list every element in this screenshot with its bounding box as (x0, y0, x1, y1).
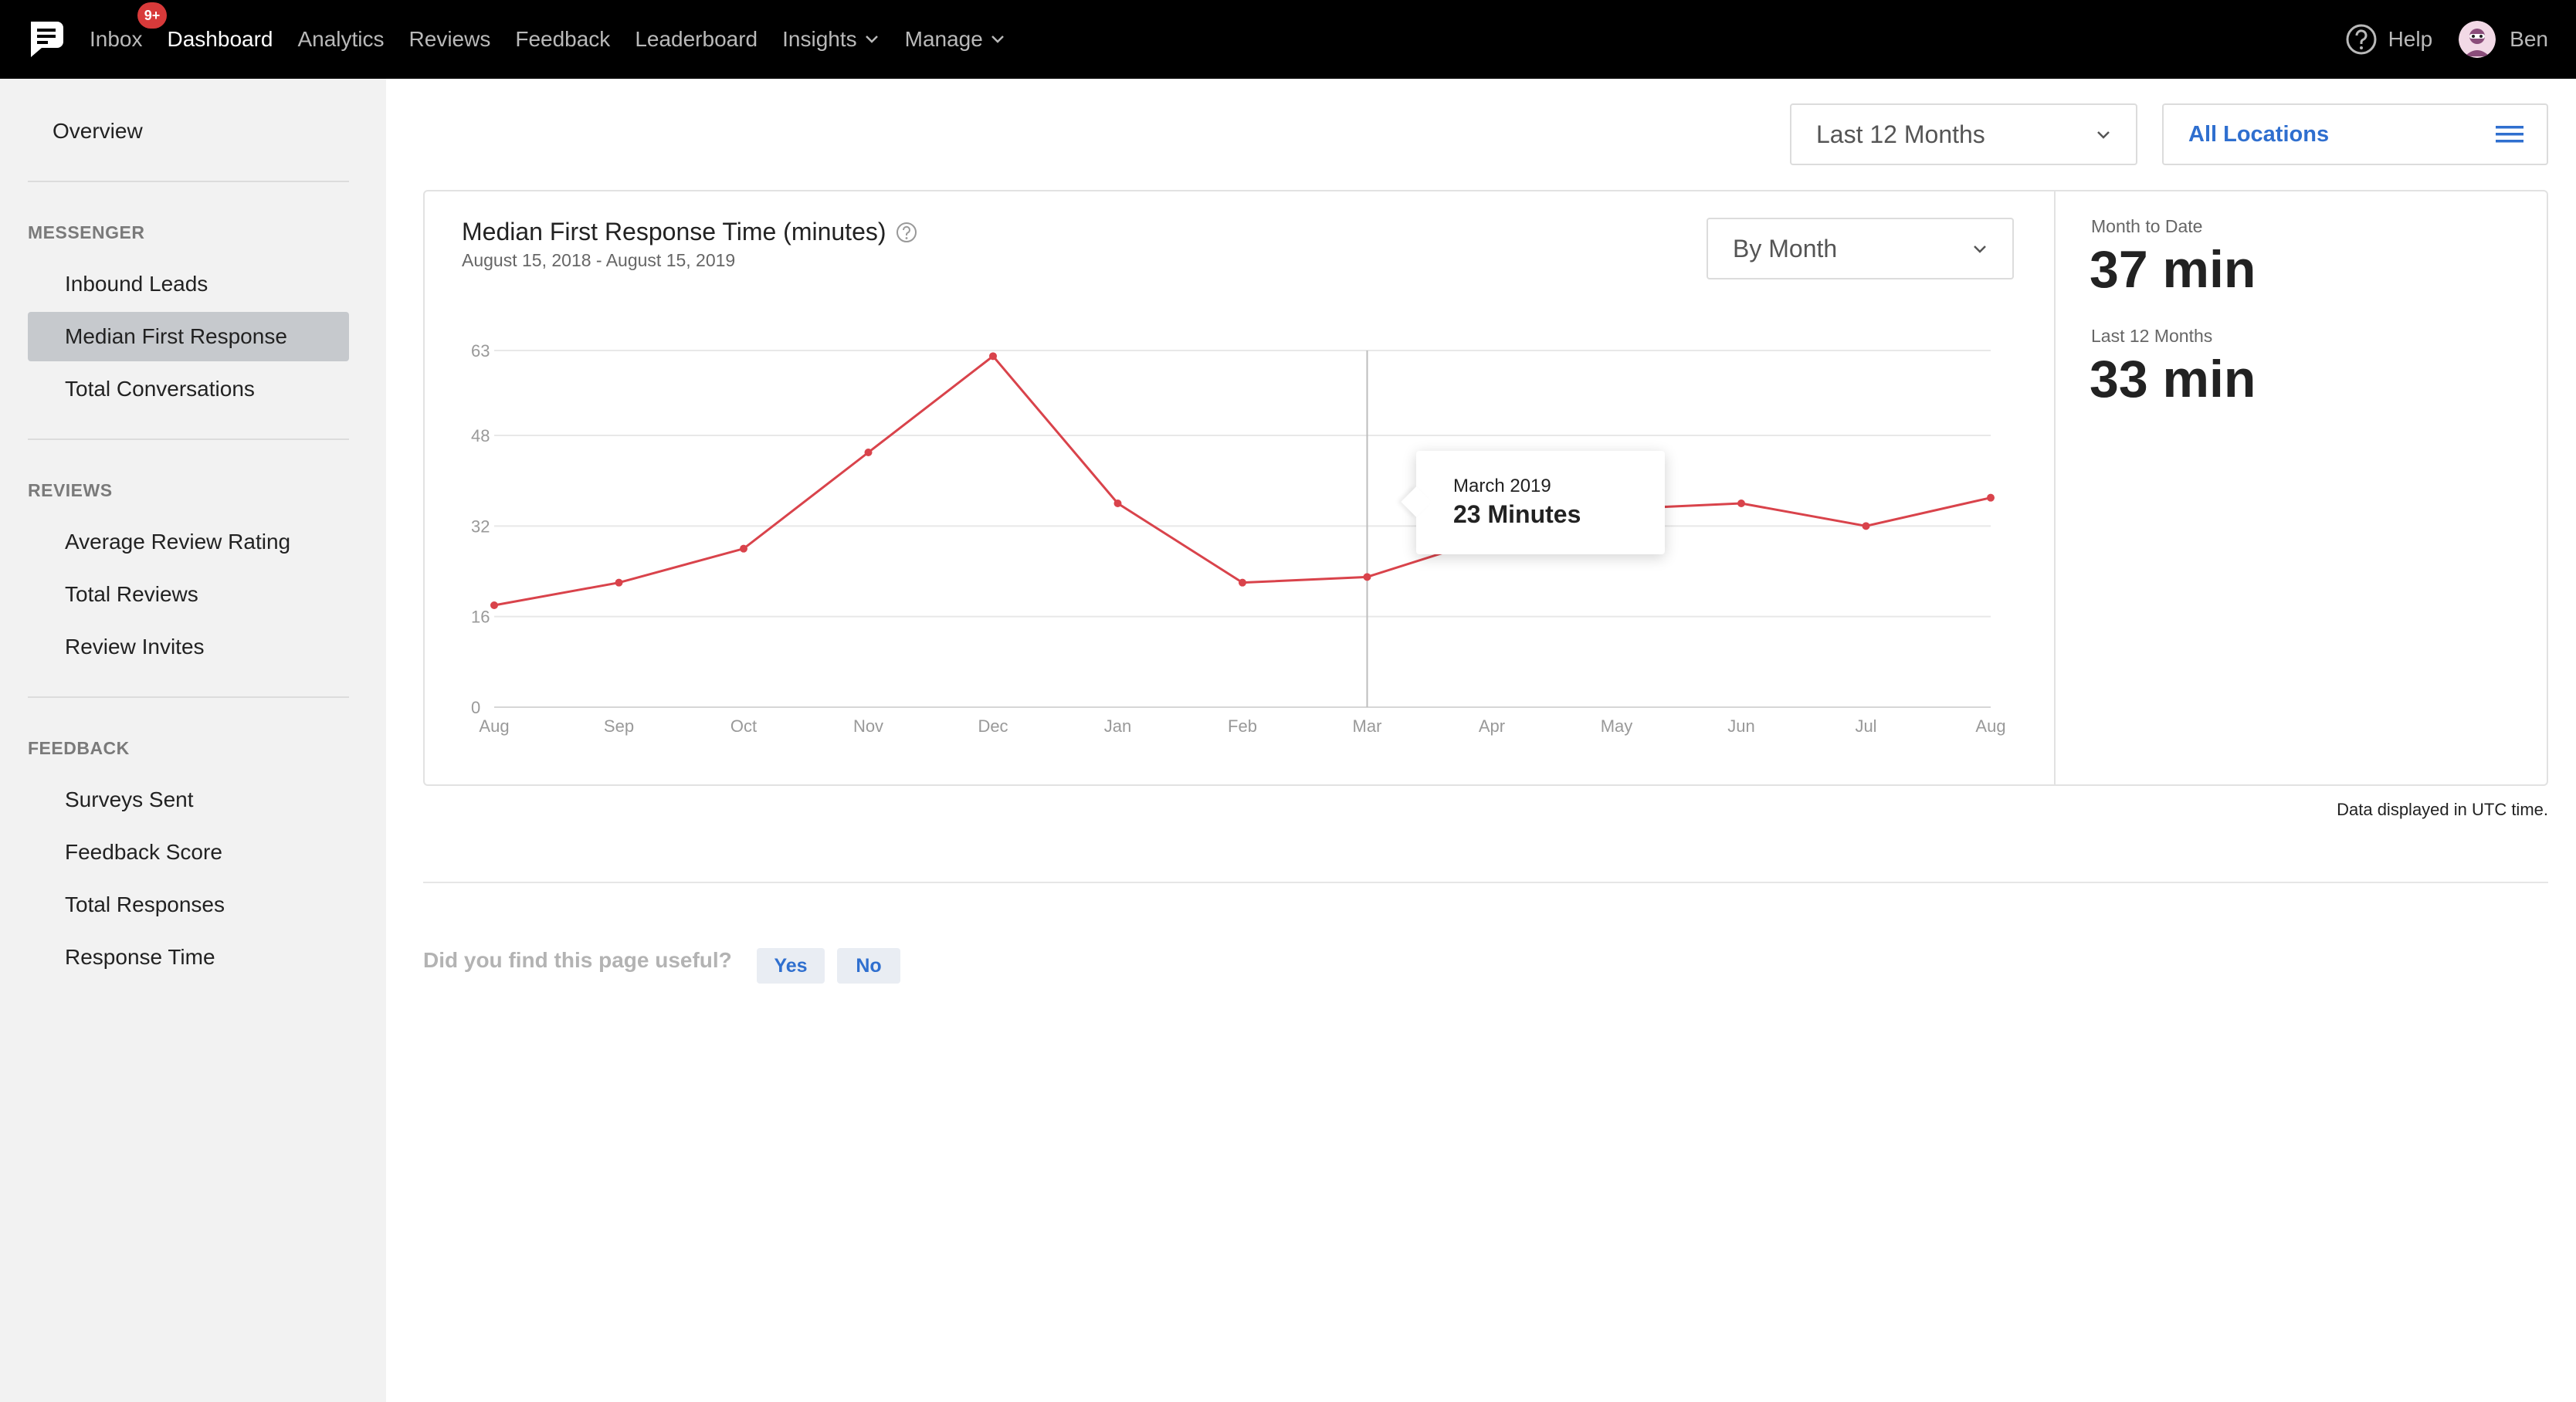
x-tick-label: Mar (1353, 716, 1382, 736)
no-button[interactable]: No (837, 948, 900, 984)
nav-insights[interactable]: Insights (782, 27, 880, 52)
nav-inbox[interactable]: Inbox 9+ (90, 2, 167, 52)
nav-reviews[interactable]: Reviews (409, 27, 491, 52)
data-point[interactable] (1363, 573, 1371, 581)
y-tick-label: 63 (471, 341, 490, 361)
data-point[interactable] (490, 601, 498, 609)
chevron-down-icon (991, 36, 1004, 43)
sidebar-divider (28, 439, 349, 440)
y-tick-label: 16 (471, 608, 490, 627)
locations-select-value: All Locations (2188, 121, 2330, 147)
x-tick-label: Sep (604, 716, 634, 736)
x-tick-label: May (1601, 716, 1633, 736)
main-nav: Inbox 9+ Dashboard Analytics Reviews Fee… (90, 0, 1031, 79)
x-tick-label: Apr (1479, 716, 1505, 736)
avatar (2459, 21, 2496, 58)
x-tick-label: Jul (1855, 716, 1876, 736)
sidebar-item-total-reviews[interactable]: Total Reviews (65, 582, 198, 607)
menu-icon (2496, 126, 2523, 143)
last-12-months-value: 33 min (2090, 350, 2256, 408)
line-chart: 0 16 32 48 63 Aug Sep Oct Nov Dec Jan Feb Mar Apr May… (471, 341, 2006, 736)
help-label: Help (2388, 27, 2433, 51)
utc-note: Data displayed in UTC time. (2337, 800, 2548, 819)
chevron-down-icon (2097, 131, 2110, 139)
content-divider (423, 882, 2548, 883)
period-select-value: Last 12 Months (1816, 120, 1985, 148)
user-name: Ben (2510, 27, 2548, 51)
nav-insights-label: Insights (782, 27, 857, 51)
x-axis-ticks: Aug Sep Oct Nov Dec Jan Feb Mar Apr May Jun Jul Aug (479, 716, 2005, 736)
help-icon (2346, 24, 2377, 55)
tooltip-value: 23 Minutes (1453, 500, 1581, 528)
sidebar-item-response-time[interactable]: Response Time (65, 945, 215, 970)
data-point[interactable] (1113, 500, 1122, 507)
sidebar-item-median-first-response[interactable]: Median First Response (65, 324, 287, 349)
data-point[interactable] (1239, 578, 1246, 587)
card-divider (2054, 191, 2056, 784)
sidebar-item-total-responses[interactable]: Total Responses (65, 892, 225, 917)
x-tick-label: Feb (1228, 716, 1257, 736)
sidebar-section-feedback: FEEDBACK (28, 738, 130, 758)
nav-feedback[interactable]: Feedback (515, 27, 610, 52)
mtd-value: 37 min (2090, 240, 2256, 299)
nav-dashboard[interactable]: Dashboard (168, 27, 273, 52)
sidebar-divider (28, 181, 349, 182)
nav-manage-label: Manage (904, 27, 983, 51)
data-point[interactable] (740, 544, 747, 553)
x-tick-label: Oct (730, 716, 757, 736)
sidebar-section-reviews: REVIEWS (28, 480, 113, 500)
nav-inbox-label: Inbox (90, 27, 143, 51)
data-point[interactable] (1862, 522, 1870, 530)
x-tick-label: Jun (1727, 716, 1754, 736)
nav-right: Help Ben (2345, 0, 2548, 79)
data-point[interactable] (1737, 500, 1745, 507)
data-point[interactable] (864, 449, 873, 456)
locations-select[interactable]: All Locations (2162, 103, 2548, 165)
last-12-months-label: Last 12 Months (2091, 326, 2213, 346)
series-line (493, 354, 1991, 607)
y-tick-label: 32 (471, 516, 490, 536)
x-tick-label: Aug (1975, 716, 2005, 736)
yes-button[interactable]: Yes (757, 948, 825, 984)
sidebar-item-inbound-leads[interactable]: Inbound Leads (65, 272, 208, 296)
chart-grid (494, 350, 1991, 708)
x-tick-label: Aug (479, 716, 509, 736)
user-menu[interactable]: Ben (2459, 21, 2548, 58)
top-nav: Inbox 9+ Dashboard Analytics Reviews Fee… (0, 0, 2576, 79)
help-link[interactable]: Help (2345, 23, 2433, 56)
data-point[interactable] (989, 352, 997, 361)
chevron-down-icon (865, 36, 878, 43)
nav-analytics[interactable]: Analytics (297, 27, 384, 52)
period-select[interactable]: Last 12 Months (1790, 103, 2137, 165)
data-points (490, 352, 1995, 609)
x-tick-label: Jan (1104, 716, 1131, 736)
sidebar-item-review-invites[interactable]: Review Invites (65, 635, 205, 659)
mtd-label: Month to Date (2091, 216, 2203, 236)
tooltip-month: March 2019 (1453, 476, 1551, 496)
chart-tooltip: March 2019 23 Minutes (1416, 451, 1665, 554)
nav-leaderboard[interactable]: Leaderboard (635, 27, 758, 52)
inbox-badge: 9+ (137, 2, 167, 29)
data-point[interactable] (1987, 493, 1995, 502)
logo-icon[interactable] (26, 19, 65, 59)
x-tick-label: Dec (978, 716, 1008, 736)
sidebar-divider (28, 696, 349, 698)
sidebar-item-surveys-sent[interactable]: Surveys Sent (65, 787, 194, 812)
feedback-question: Did you find this page useful? (423, 948, 732, 972)
sidebar: Overview MESSENGER Inbound Leads Median … (0, 79, 386, 1402)
y-tick-label: 48 (471, 426, 490, 445)
x-tick-label: Nov (853, 716, 883, 736)
sidebar-item-overview[interactable]: Overview (53, 119, 143, 144)
sidebar-item-total-conversations[interactable]: Total Conversations (65, 377, 255, 401)
y-axis-ticks: 0 16 32 48 63 (471, 341, 490, 717)
nav-manage[interactable]: Manage (905, 27, 1006, 52)
data-point[interactable] (615, 578, 623, 587)
sidebar-item-average-review-rating[interactable]: Average Review Rating (65, 530, 290, 554)
sidebar-item-feedback-score[interactable]: Feedback Score (65, 840, 222, 865)
sidebar-section-messenger: MESSENGER (28, 222, 145, 242)
y-tick-label: 0 (471, 698, 480, 717)
